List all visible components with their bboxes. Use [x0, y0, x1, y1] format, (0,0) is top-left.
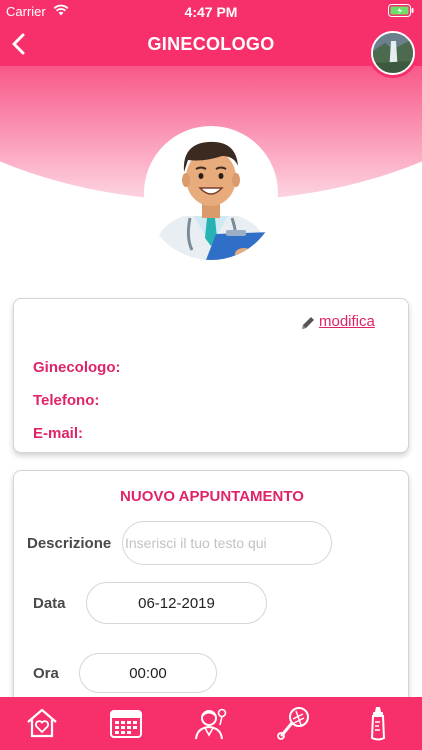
doctor-illustration	[144, 126, 278, 260]
date-value: 06-12-2019	[138, 594, 215, 612]
edit-link[interactable]: modifica	[319, 313, 375, 330]
description-input[interactable]: Inserisci il tuo testo qui	[122, 521, 332, 565]
date-label: Data	[33, 595, 66, 612]
phone-label: Telefono:	[33, 392, 100, 409]
status-time: 4:47 PM	[184, 4, 238, 20]
calendar-icon[interactable]	[108, 705, 144, 741]
profile-avatar-button[interactable]	[368, 28, 418, 78]
email-label: E-mail:	[33, 425, 84, 442]
gynecologist-label: Ginecologo:	[33, 359, 121, 376]
battery-icon	[388, 4, 414, 17]
gynecologist-info-card: modifica Ginecologo: Telefono: E-mail:	[13, 298, 409, 453]
page-title: GINECOLOGO	[147, 34, 275, 54]
home-heart-icon[interactable]	[24, 705, 60, 741]
status-bar: Carrier 4:47 PM	[0, 0, 422, 22]
waterfall-photo-icon	[373, 33, 413, 73]
doctor-icon	[152, 141, 272, 260]
appointment-title: NUOVO APPUNTAMENTO	[120, 488, 304, 505]
description-label: Descrizione	[27, 535, 112, 552]
avatar	[371, 31, 415, 75]
baby-bottle-icon[interactable]	[360, 705, 396, 741]
time-value: 00:00	[129, 664, 167, 682]
doctor-nav-icon[interactable]	[192, 705, 228, 741]
date-field[interactable]: 06-12-2019	[86, 582, 267, 624]
description-placeholder: Inserisci il tuo testo qui	[125, 535, 267, 551]
time-label: Ora	[33, 665, 59, 682]
bottom-navigation	[0, 697, 422, 750]
time-field[interactable]: 00:00	[79, 653, 217, 693]
app-header: GINECOLOGO	[0, 22, 422, 66]
pencil-icon[interactable]	[300, 315, 316, 331]
baby-rattle-icon[interactable]	[276, 705, 312, 741]
new-appointment-card: NUOVO APPUNTAMENTO Descrizione Inserisci…	[13, 470, 409, 730]
